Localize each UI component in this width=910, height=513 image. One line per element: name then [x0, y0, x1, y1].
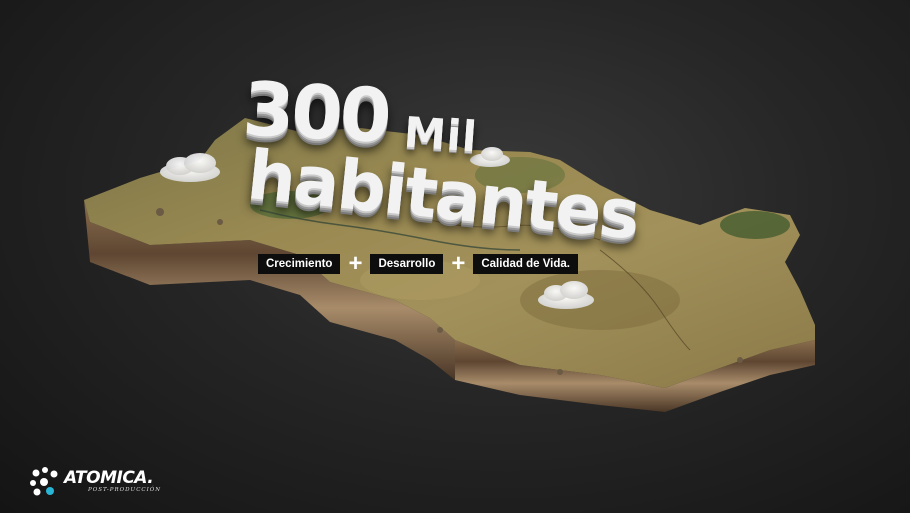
cloud-top	[470, 147, 510, 167]
terrain-green-patch	[720, 211, 790, 239]
brand-name: ATOMICA.	[64, 467, 154, 488]
plus-icon: +	[348, 250, 363, 277]
atom-dots-icon	[30, 467, 58, 496]
atomica-logo: ATOMICA. POST-PRODUCCIÓN	[28, 464, 161, 498]
tag-calidad-de-vida: Calidad de Vida.	[473, 254, 578, 274]
brand-subtitle: POST-PRODUCCIÓN	[88, 486, 162, 493]
tag-desarrollo: Desarrollo	[370, 254, 444, 274]
plus-icon: +	[451, 250, 466, 277]
value-tags: Crecimiento + Desarrollo + Calidad de Vi…	[258, 250, 578, 277]
tag-crecimiento: Crecimiento	[258, 254, 341, 274]
terrain-green-patch	[250, 191, 330, 219]
cloud-left	[160, 153, 220, 182]
